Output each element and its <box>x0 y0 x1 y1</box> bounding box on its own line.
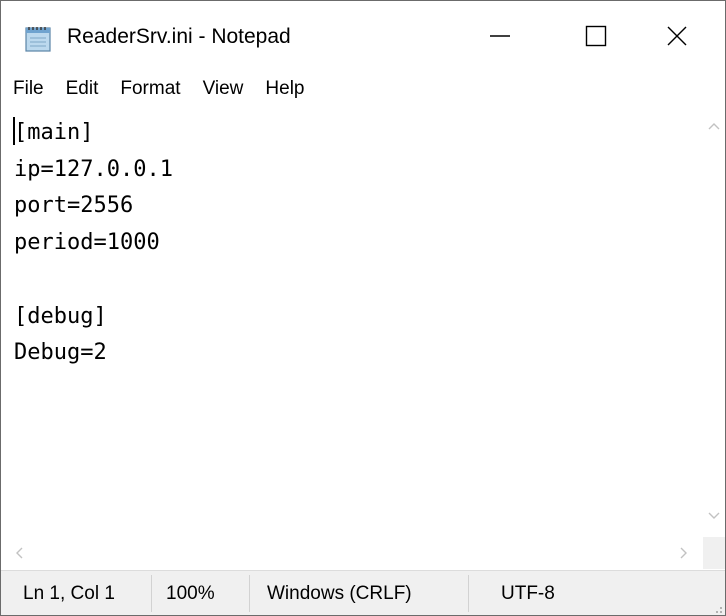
menu-edit[interactable]: Edit <box>55 74 110 104</box>
status-divider <box>151 575 152 612</box>
status-line-ending: Windows (CRLF) <box>267 582 412 604</box>
horizontal-scrollbar[interactable] <box>9 537 703 569</box>
vertical-scrollbar[interactable] <box>703 107 725 537</box>
close-button[interactable] <box>629 1 725 71</box>
status-encoding: UTF-8 <box>501 582 555 604</box>
text-editor[interactable]: [main] ip=127.0.0.1 port=2556 period=100… <box>9 107 703 537</box>
title-bar[interactable]: ReaderSrv.ini - Notepad <box>1 1 725 71</box>
menu-help[interactable]: Help <box>254 74 315 104</box>
scrollbar-corner <box>703 537 725 569</box>
scroll-up-icon[interactable] <box>708 121 720 131</box>
status-divider <box>468 575 469 612</box>
status-zoom: 100% <box>166 582 215 604</box>
maximize-icon <box>585 25 607 47</box>
status-bar: Ln 1, Col 1 100% Windows (CRLF) UTF-8 <box>1 570 725 615</box>
scroll-right-icon[interactable] <box>679 547 689 559</box>
menu-view[interactable]: View <box>192 74 255 104</box>
scroll-down-icon[interactable] <box>708 511 720 521</box>
status-cursor-position: Ln 1, Col 1 <box>23 582 115 604</box>
editor-content[interactable]: [main] ip=127.0.0.1 port=2556 period=100… <box>14 115 173 372</box>
minimize-icon <box>490 35 510 37</box>
menu-bar: File Edit Format View Help <box>1 71 725 107</box>
status-divider <box>249 575 250 612</box>
resize-grip-icon[interactable] <box>709 600 723 614</box>
scroll-left-icon[interactable] <box>14 547 24 559</box>
notepad-icon <box>25 27 51 52</box>
close-icon <box>667 26 687 46</box>
notepad-window: ReaderSrv.ini - Notepad File Edit Format… <box>0 0 726 616</box>
menu-file[interactable]: File <box>11 74 55 104</box>
window-title: ReaderSrv.ini - Notepad <box>67 25 291 48</box>
menu-format[interactable]: Format <box>109 74 191 104</box>
minimize-button[interactable] <box>452 1 548 71</box>
